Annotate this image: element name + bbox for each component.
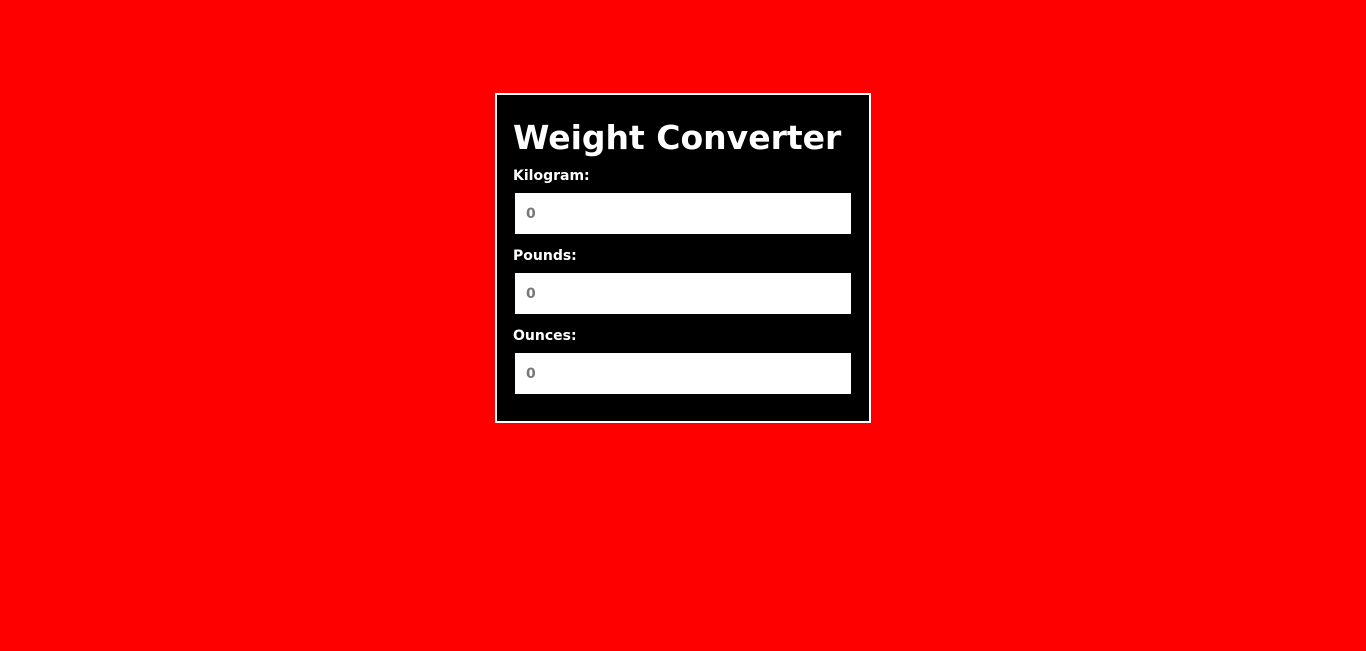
converter-card: Weight Converter Kilogram: Pounds: Ounce…	[495, 93, 871, 423]
kilogram-label: Kilogram:	[513, 168, 590, 184]
pounds-label: Pounds:	[513, 248, 577, 264]
converter-title: Weight Converter	[513, 118, 842, 157]
kilogram-input[interactable]	[515, 193, 851, 234]
ounces-input[interactable]	[515, 353, 851, 394]
ounces-label: Ounces:	[513, 328, 577, 344]
pounds-input[interactable]	[515, 273, 851, 314]
